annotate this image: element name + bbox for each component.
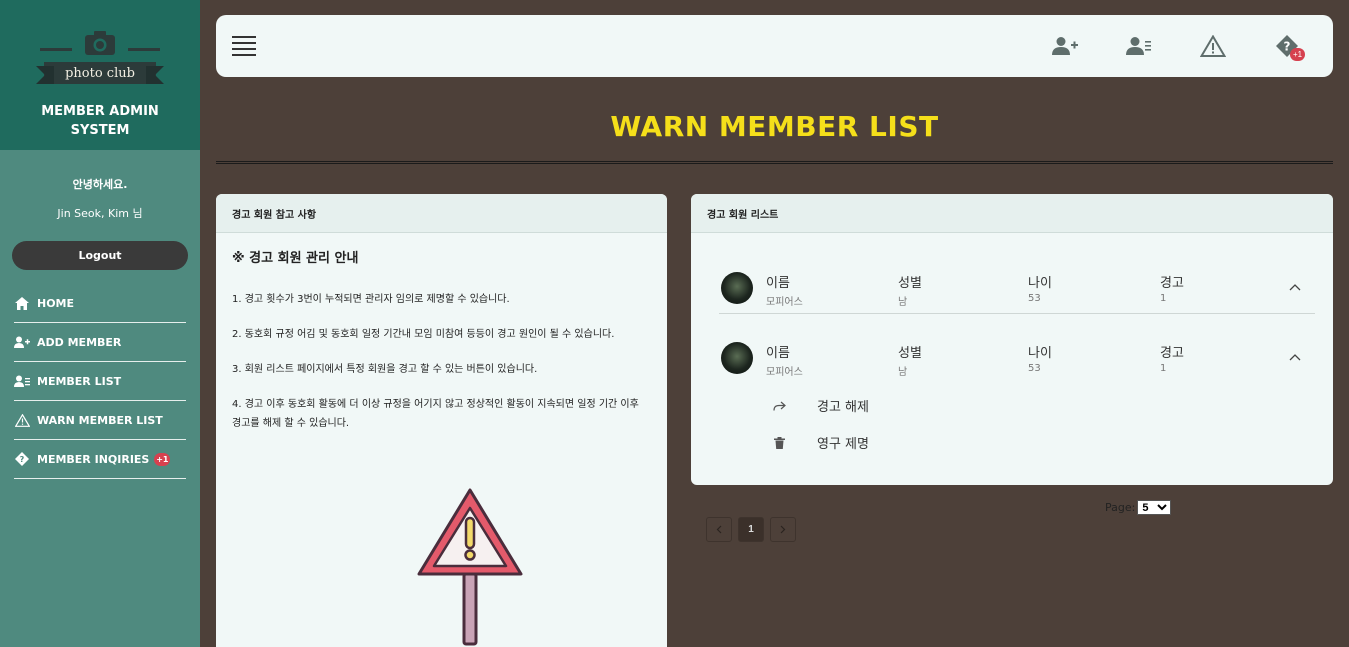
menu-icon-line <box>232 54 256 56</box>
page-number-button[interactable]: 1 <box>738 517 764 542</box>
logout-button[interactable]: Logout <box>12 241 188 270</box>
menu-icon-line <box>232 48 256 50</box>
member-gender: 남 <box>898 297 908 308</box>
warn-member-list-button[interactable] <box>1200 33 1226 59</box>
age-label: 나이 <box>1028 346 1052 361</box>
avatar <box>721 342 753 374</box>
member-warn-count: 1 <box>1160 363 1167 374</box>
logo-ribbon: photo club <box>36 62 164 84</box>
permanent-expel-button[interactable]: 영구 제명 <box>771 433 869 452</box>
release-warning-button[interactable]: 경고 해제 <box>771 396 869 415</box>
member-age: 53 <box>1028 363 1041 374</box>
sidebar-nav: HOME ADD MEMBER MEMBER LIST WARN MEMBER … <box>0 284 200 479</box>
warn-member-list-panel: 경고 회원 리스트 이름 모피어스 성별 남 나이 53 경고 1 이름 모피어… <box>691 194 1333 485</box>
expand-toggle[interactable] <box>1287 348 1303 364</box>
sidebar-item-member-list[interactable]: MEMBER LIST <box>14 362 186 401</box>
sidebar-item-label: ADD MEMBER <box>37 335 122 349</box>
pagination: 1 <box>706 517 796 542</box>
user-info: 안녕하세요. Jin Seok, Kim 님 <box>0 150 200 221</box>
question-diamond-icon: ? <box>14 451 30 467</box>
menu-icon-line <box>232 42 256 44</box>
user-plus-icon <box>14 334 30 350</box>
notice-item: 3. 회원 리스트 페이지에서 특정 회원을 경고 할 수 있는 버튼이 있습니… <box>232 364 538 375</box>
sidebar-item-label: MEMBER INQIRIES <box>37 452 150 466</box>
menu-toggle-button[interactable] <box>232 36 256 56</box>
inquiry-badge: +1 <box>154 452 171 466</box>
sidebar-item-home[interactable]: HOME <box>14 284 186 323</box>
warning-sign-illustration <box>417 488 523 646</box>
greeting-text: 안녕하세요. <box>72 178 128 191</box>
page-title: WARN MEMBER LIST <box>610 110 939 143</box>
gender-label: 성별 <box>898 276 922 291</box>
notice-item: 1. 경고 횟수가 3번이 누적되면 관리자 임의로 제명할 수 있습니다. <box>232 294 510 305</box>
brand-header: photo club MEMBER ADMIN SYSTEM <box>0 0 200 150</box>
notice-item: 4. 경고 이후 동호회 활동에 더 이상 규정을 어기지 않고 정상적인 활동… <box>232 399 639 429</box>
menu-icon-line <box>232 36 256 38</box>
notice-item: 2. 동호회 규정 어김 및 동호회 일정 기간내 모임 미참여 등등이 경고 … <box>232 329 615 340</box>
page-size-label: Page: <box>1105 501 1136 514</box>
home-icon <box>14 295 30 311</box>
trash-icon <box>771 435 787 451</box>
member-inquiries-button[interactable]: ? +1 <box>1274 33 1305 61</box>
action-label: 경고 해제 <box>817 400 869 415</box>
warn-info-panel: 경고 회원 참고 사항 ※ 경고 회원 관리 안내 1. 경고 횟수가 3번이 … <box>216 194 667 647</box>
name-label: 이름 <box>766 276 790 291</box>
sidebar-item-warn-member-list[interactable]: WARN MEMBER LIST <box>14 401 186 440</box>
sidebar-item-member-inquiries[interactable]: ? MEMBER INQIRIES +1 <box>14 440 186 479</box>
warn-label: 경고 <box>1160 276 1184 291</box>
chevron-left-icon <box>716 525 722 534</box>
page-size-select[interactable]: 5 <box>1137 500 1172 515</box>
sidebar-item-label: WARN MEMBER LIST <box>37 413 163 427</box>
member-age: 53 <box>1028 293 1041 304</box>
chevron-up-icon <box>1289 353 1301 360</box>
photo-club-logo: photo club <box>36 30 164 88</box>
notice-body: ※ 경고 회원 관리 안내 1. 경고 횟수가 3번이 누적되면 관리자 임의로… <box>216 233 667 463</box>
sidebar-item-label: HOME <box>37 296 75 310</box>
user-plus-icon <box>1052 37 1078 55</box>
age-label: 나이 <box>1028 276 1052 291</box>
panel-header: 경고 회원 리스트 <box>691 194 1333 233</box>
warn-label: 경고 <box>1160 346 1184 361</box>
member-row[interactable]: 이름 모피어스 성별 남 나이 53 경고 1 <box>719 264 1315 314</box>
topbar: ? +1 <box>216 15 1333 77</box>
member-gender: 남 <box>898 367 908 378</box>
user-name: Jin Seok, Kim 님 <box>57 207 143 220</box>
member-list-button[interactable] <box>1126 33 1152 59</box>
app-title: MEMBER ADMIN SYSTEM <box>41 104 159 138</box>
notification-badge: +1 <box>1290 48 1305 61</box>
prev-page-button[interactable] <box>706 517 732 542</box>
member-name: 모피어스 <box>766 367 803 378</box>
member-warn-count: 1 <box>1160 293 1167 304</box>
gender-label: 성별 <box>898 346 922 361</box>
expand-toggle[interactable] <box>1287 278 1303 294</box>
member-row[interactable]: 이름 모피어스 성별 남 나이 53 경고 1 <box>719 334 1315 384</box>
avatar <box>721 272 753 304</box>
add-member-button[interactable] <box>1052 33 1078 59</box>
warning-icon <box>14 412 30 428</box>
page-size-control: Page: 5 <box>1105 500 1172 515</box>
notice-heading: ※ 경고 회원 관리 안내 <box>232 251 359 266</box>
name-label: 이름 <box>766 346 790 361</box>
member-name: 모피어스 <box>766 297 803 308</box>
warning-icon <box>1200 35 1226 57</box>
camera-icon <box>85 31 115 55</box>
user-list-icon <box>14 373 30 389</box>
sidebar: photo club MEMBER ADMIN SYSTEM 안녕하세요. Ji… <box>0 0 200 647</box>
panel-header: 경고 회원 참고 사항 <box>216 194 667 233</box>
sidebar-item-add-member[interactable]: ADD MEMBER <box>14 323 186 362</box>
sidebar-item-label: MEMBER LIST <box>37 374 122 388</box>
svg-text:?: ? <box>20 455 25 464</box>
chevron-right-icon <box>780 525 786 534</box>
chevron-up-icon <box>1289 283 1301 290</box>
next-page-button[interactable] <box>770 517 796 542</box>
user-list-icon <box>1126 37 1151 55</box>
share-arrow-icon <box>771 398 787 414</box>
action-label: 영구 제명 <box>817 437 869 452</box>
title-divider <box>216 161 1333 164</box>
